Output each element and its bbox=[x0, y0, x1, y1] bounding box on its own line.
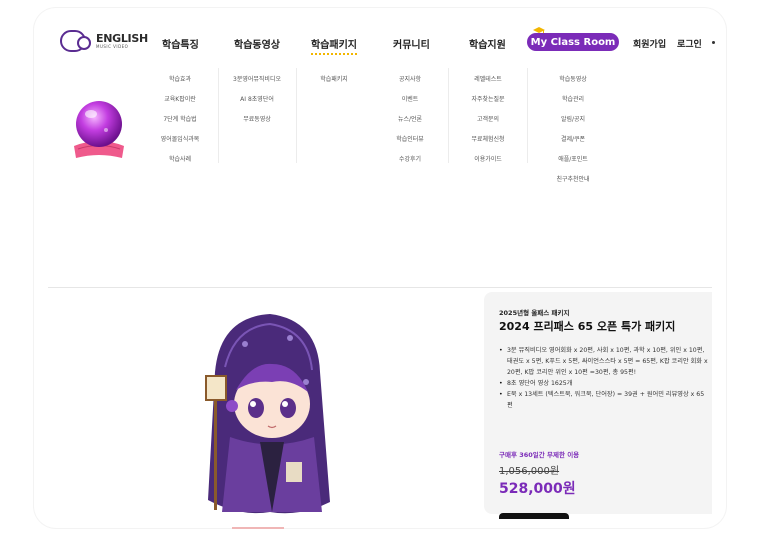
dropdown-item[interactable]: 수강후기 bbox=[399, 150, 421, 170]
nav-learning-packages[interactable]: 학습패키지 bbox=[311, 36, 357, 55]
dropdown-item[interactable]: 학습패키지 bbox=[320, 70, 348, 90]
dropdown-item[interactable]: 교육K팝이란 bbox=[164, 90, 196, 110]
logo-subtext: MUSIC VIDEO bbox=[96, 44, 129, 49]
package-title: 2024 프리패스 65 오픈 특가 패키지 bbox=[499, 320, 676, 333]
dropdown-item[interactable]: 학습인터뷰 bbox=[396, 130, 424, 150]
dropdown-col-features: 학습효과 교육K팝이란 7단계 학습법 영어몰입식과목 학습사례 bbox=[150, 70, 210, 170]
crystal-ball-icon bbox=[74, 101, 124, 158]
dropdown-item[interactable]: 자주찾는질문 bbox=[471, 90, 504, 110]
dropdown-item[interactable]: 학습관리 bbox=[562, 90, 584, 110]
kpop-logo-icon bbox=[60, 30, 91, 52]
dropdown-item[interactable]: 결제/쿠폰 bbox=[561, 130, 585, 150]
site-logo[interactable]: ENGLISH MUSIC VIDEO bbox=[60, 30, 148, 52]
dropdown-divider bbox=[218, 68, 219, 163]
dropdown-divider bbox=[448, 68, 449, 163]
purchase-button[interactable] bbox=[499, 513, 569, 519]
dropdown-item[interactable]: 학습동영상 bbox=[559, 70, 587, 90]
dropdown-item[interactable]: 7단계 학습법 bbox=[163, 110, 196, 130]
section-divider bbox=[48, 287, 712, 288]
dropdown-col-packages: 학습패키지 bbox=[304, 70, 364, 90]
dropdown-col-support: 레벨테스트 자주찾는질문 고객문의 무료체험신청 이용가이드 bbox=[458, 70, 518, 170]
nav-learning-support[interactable]: 학습지원 bbox=[469, 36, 506, 51]
dropdown-divider bbox=[527, 68, 528, 163]
dropdown-item[interactable]: 학습사례 bbox=[169, 150, 191, 170]
dropdown-item[interactable]: AI 8초영단어 bbox=[240, 90, 274, 110]
dropdown-divider bbox=[296, 68, 297, 163]
nav-learning-videos[interactable]: 학습동영상 bbox=[234, 36, 280, 51]
dropdown-item[interactable]: 애플/포인트 bbox=[558, 150, 588, 170]
dropdown-item[interactable]: 친구추천안내 bbox=[556, 170, 589, 190]
dropdown-item[interactable]: 레벨테스트 bbox=[474, 70, 502, 90]
logo-text: ENGLISH bbox=[96, 32, 148, 45]
login-link[interactable]: 로그인 bbox=[677, 37, 702, 50]
dropdown-item[interactable]: 무료동영상 bbox=[243, 110, 271, 130]
dropdown-col-videos: 3분영어뮤직비디오 AI 8초영단어 무료동영상 bbox=[224, 70, 290, 130]
usage-period-note: 구매후 360일간 무제한 이용 bbox=[499, 451, 580, 459]
list-item: 8초 영단어 영상 1625개 bbox=[499, 378, 709, 389]
dropdown-item[interactable]: 고객문의 bbox=[477, 110, 499, 130]
dropdown-item[interactable]: 학습효과 bbox=[169, 70, 191, 90]
dropdown-item[interactable]: 알림/공지 bbox=[561, 110, 585, 130]
dropdown-item[interactable]: 3분영어뮤직비디오 bbox=[233, 70, 281, 90]
my-class-room-button[interactable]: My Class Room bbox=[527, 33, 619, 51]
signup-link[interactable]: 회원가입 bbox=[633, 37, 666, 50]
list-item: 3분 뮤직비디오 영어회화 x 20편, 사회 x 10편, 과학 x 10편,… bbox=[499, 345, 709, 378]
character-illustration bbox=[205, 314, 330, 514]
original-price: 1,056,000원 bbox=[499, 466, 560, 477]
dropdown-item[interactable]: 무료체험신청 bbox=[471, 130, 504, 150]
more-dot bbox=[712, 41, 715, 44]
list-item: E북 x 13세트 (텍스트북, 워크북, 단어장) = 39권 + 원어민 리… bbox=[499, 389, 709, 411]
dropdown-item[interactable]: 영어몰입식과목 bbox=[161, 130, 200, 150]
dropdown-item[interactable]: 공지사항 bbox=[399, 70, 421, 90]
dropdown-item[interactable]: 뉴스/언론 bbox=[398, 110, 422, 130]
package-contents-list: 3분 뮤직비디오 영어회화 x 20편, 사회 x 10편, 과학 x 10편,… bbox=[499, 345, 709, 411]
dropdown-col-community: 공지사항 이벤트 뉴스/언론 학습인터뷰 수강후기 bbox=[380, 70, 440, 170]
content-peek-bar bbox=[232, 527, 284, 529]
nav-community[interactable]: 커뮤니티 bbox=[393, 36, 430, 51]
sale-price: 528,000원 bbox=[499, 481, 576, 497]
dropdown-item[interactable]: 이용가이드 bbox=[474, 150, 502, 170]
dropdown-item[interactable]: 이벤트 bbox=[402, 90, 419, 110]
package-eyebrow: 2025년형 올패스 패키지 bbox=[499, 309, 570, 317]
nav-learning-features[interactable]: 학습특징 bbox=[162, 36, 199, 51]
dropdown-col-classroom: 학습동영상 학습관리 알림/공지 결제/쿠폰 애플/포인트 친구추천안내 bbox=[543, 70, 603, 190]
